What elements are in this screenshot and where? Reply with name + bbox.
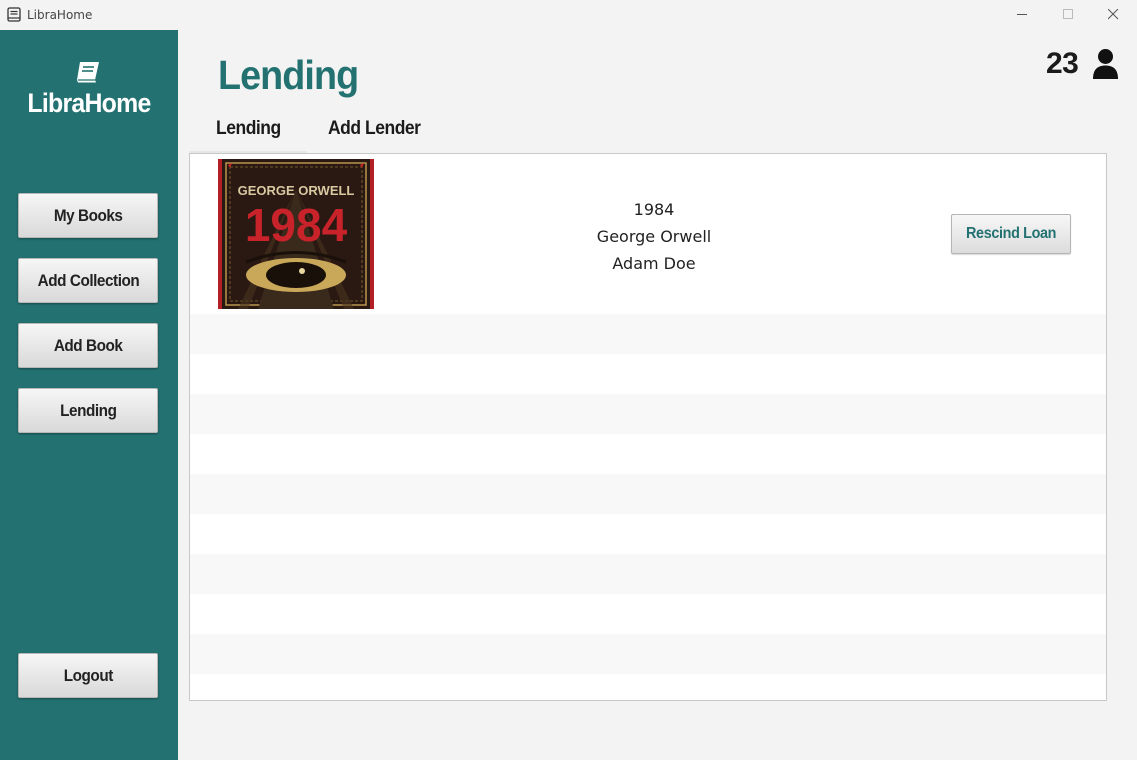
empty-row xyxy=(190,634,1106,674)
close-button[interactable] xyxy=(1091,0,1137,30)
add-book-label: Add Book xyxy=(53,336,123,355)
loan-lender-name: Adam Doe xyxy=(612,254,696,273)
my-books-label: My Books xyxy=(53,206,123,225)
cover-title-text: 1984 xyxy=(245,199,348,251)
close-icon xyxy=(1108,9,1119,20)
loan-book-title: 1984 xyxy=(633,200,675,219)
rescind-loan-button[interactable]: Rescind Loan xyxy=(951,214,1071,254)
add-collection-button[interactable]: Add Collection xyxy=(18,258,158,303)
empty-row xyxy=(190,354,1106,394)
logout-button[interactable]: Logout xyxy=(18,653,158,698)
maximize-button[interactable] xyxy=(1046,0,1092,30)
window-title: LibraHome xyxy=(27,8,93,22)
book-count: 23 xyxy=(1046,47,1079,80)
book-icon xyxy=(77,62,99,83)
maximize-icon xyxy=(1063,9,1073,19)
brand-name: LibraHome xyxy=(27,88,151,118)
title-bar: LibraHome xyxy=(0,0,1137,30)
empty-row xyxy=(190,514,1106,554)
minimize-button[interactable] xyxy=(1000,0,1046,30)
tab-lending[interactable]: Lending xyxy=(216,118,281,140)
empty-row xyxy=(190,474,1106,514)
empty-row xyxy=(190,394,1106,434)
empty-row xyxy=(190,594,1106,634)
add-book-button[interactable]: Add Book xyxy=(18,323,158,368)
sidebar: LibraHome My Books Add Collection Add Bo… xyxy=(0,30,178,760)
cover-author-text: GEORGE ORWELL xyxy=(238,183,355,198)
empty-row xyxy=(190,554,1106,594)
app-window: LibraHome LibraHome My Books Add Collect… xyxy=(0,0,1137,760)
empty-row xyxy=(190,314,1106,354)
tab-add-lender[interactable]: Add Lender xyxy=(328,118,421,140)
loan-book-author: George Orwell xyxy=(596,227,712,246)
empty-row xyxy=(190,674,1106,700)
loan-list: GEORGE ORWELL 1984 1984 George Orwell Ad… xyxy=(189,153,1107,701)
empty-row xyxy=(190,434,1106,474)
app-book-icon xyxy=(7,7,21,22)
loan-row[interactable]: GEORGE ORWELL 1984 1984 George Orwell Ad… xyxy=(190,154,1106,314)
rescind-loan-label: Rescind Loan xyxy=(965,225,1057,242)
page-title: Lending xyxy=(218,52,359,98)
book-cover-image: GEORGE ORWELL 1984 xyxy=(218,159,374,309)
add-collection-label: Add Collection xyxy=(37,271,139,290)
my-books-button[interactable]: My Books xyxy=(18,193,158,238)
lending-label: Lending xyxy=(59,401,117,420)
lending-button[interactable]: Lending xyxy=(18,388,158,433)
loan-info: 1984 George Orwell Adam Doe xyxy=(580,196,728,277)
logout-label: Logout xyxy=(63,666,113,685)
user-icon[interactable] xyxy=(1092,48,1119,80)
minimize-icon xyxy=(1017,14,1027,15)
